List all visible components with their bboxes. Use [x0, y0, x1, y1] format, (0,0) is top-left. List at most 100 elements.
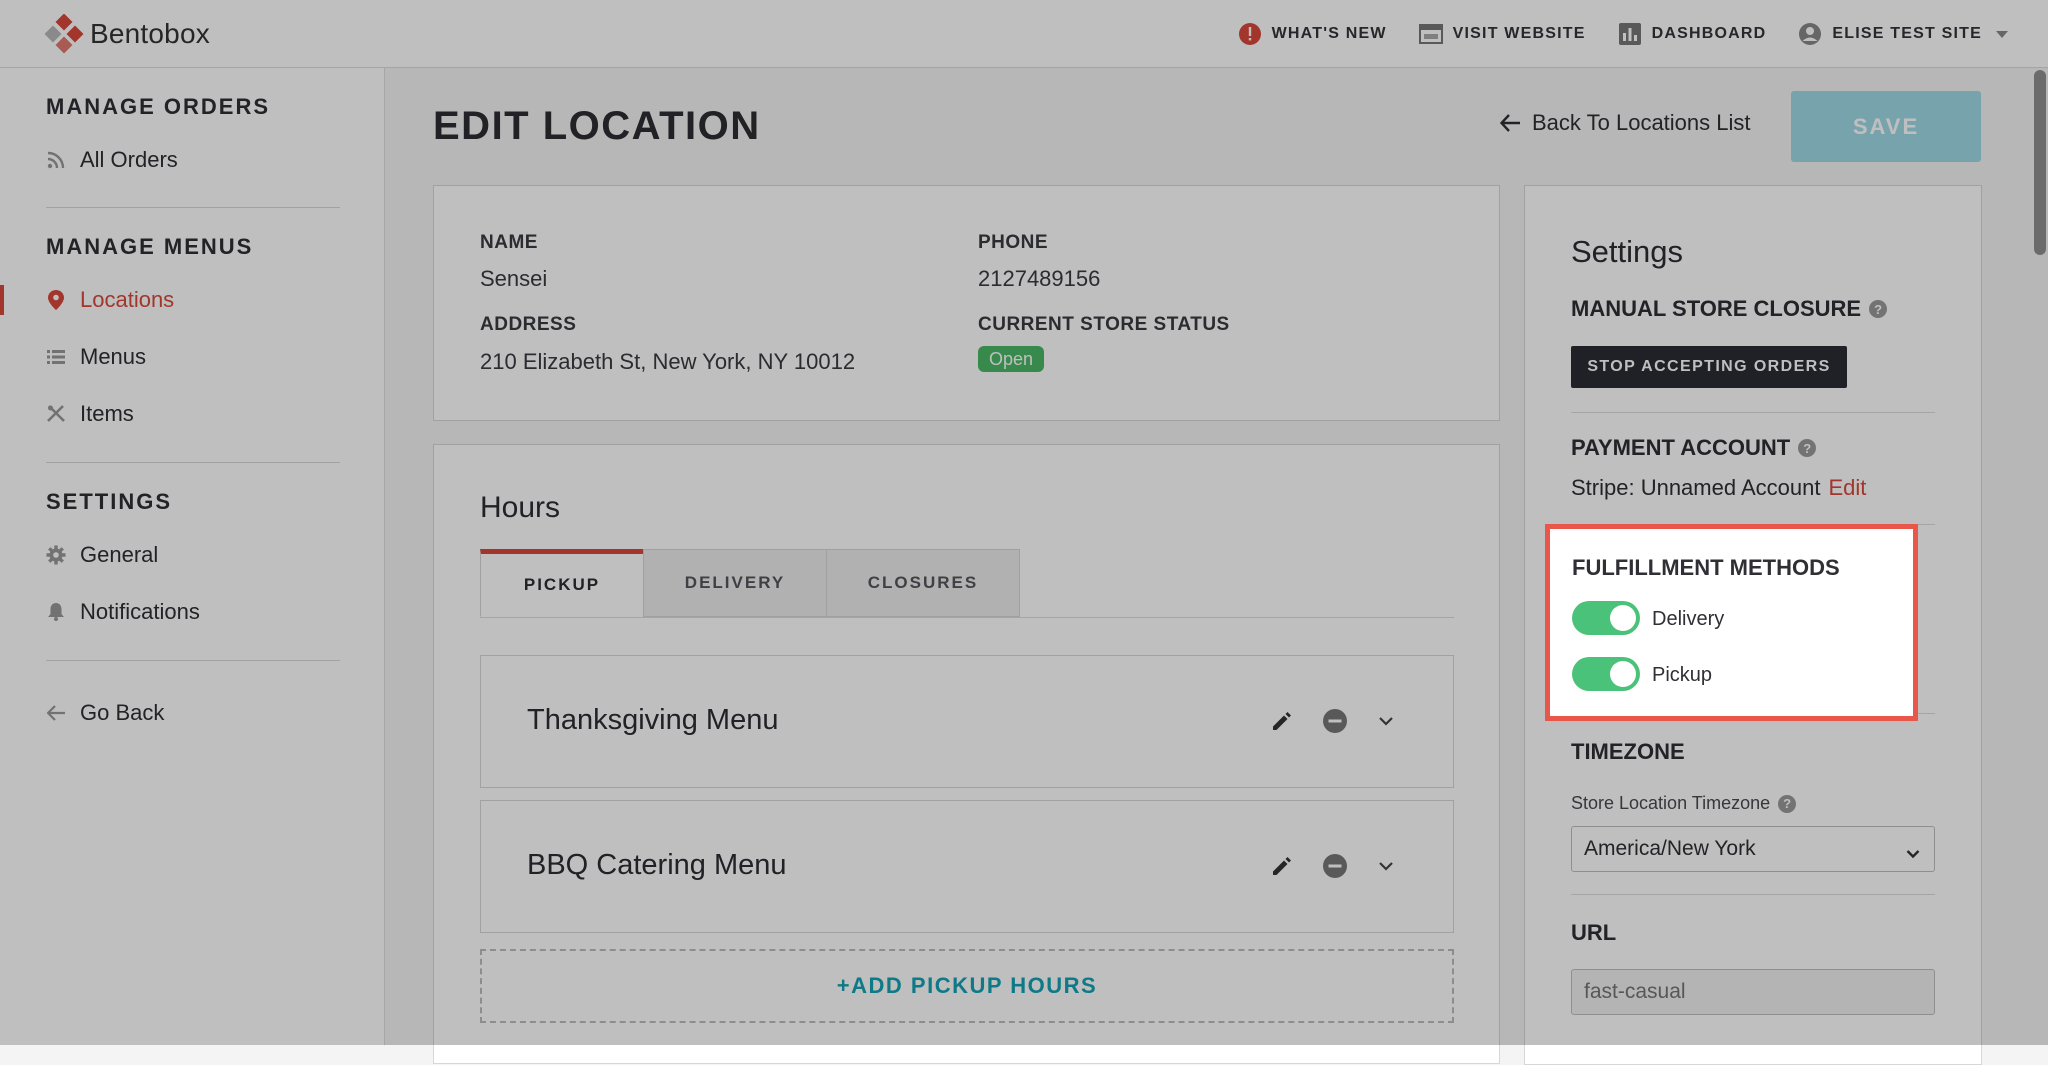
visit-website-link[interactable]: VISIT WEBSITE [1418, 22, 1586, 46]
list-item[interactable]: BBQ Catering Menu [480, 800, 1454, 933]
store-status-label: CURRENT STORE STATUS [978, 314, 1230, 335]
hours-title: Hours [480, 491, 561, 524]
page-title: EDIT LOCATION [433, 104, 761, 148]
page-scrollbar[interactable] [2034, 70, 2046, 255]
remove-circle-icon[interactable] [1320, 706, 1350, 736]
pickup-toggle[interactable] [1572, 657, 1640, 691]
bentobox-logo-icon [44, 13, 84, 54]
payment-account-row: Stripe: Unnamed Account Edit [1571, 475, 1866, 501]
top-nav: WHAT'S NEW VISIT WEBSITE DASHBOARD ELISE… [1206, 0, 2008, 68]
utensils-icon [46, 404, 66, 424]
back-link-label: Back To Locations List [1532, 110, 1751, 135]
url-heading: URL [1571, 920, 1616, 946]
pencil-icon[interactable] [1267, 851, 1297, 881]
sidebar-item-notifications[interactable]: Notifications [46, 596, 200, 628]
payment-account-heading: PAYMENT ACCOUNT ? [1571, 435, 1817, 461]
alert-badge-icon [1238, 22, 1262, 46]
sidebar-heading-manage-orders: MANAGE ORDERS [46, 94, 271, 119]
chevron-down-icon [1906, 841, 1920, 865]
top-bar: Bentobox WHAT'S NEW VISIT WEBSITE DASHBO… [0, 0, 2048, 68]
chevron-down-icon[interactable] [1371, 851, 1401, 881]
delivery-toggle-label: Delivery [1652, 608, 1725, 630]
bar-chart-icon [1618, 22, 1642, 46]
back-to-locations-link[interactable]: Back To Locations List [1500, 110, 1751, 136]
chevron-down-icon[interactable] [1371, 706, 1401, 736]
stop-accepting-orders-button[interactable]: STOP ACCEPTING ORDERS [1571, 346, 1847, 388]
list-item[interactable]: Thanksgiving Menu [480, 655, 1454, 788]
brand-logo[interactable]: Bentobox [44, 13, 210, 54]
sidebar-divider [46, 660, 340, 661]
sidebar-item-label: Menus [80, 344, 147, 369]
rss-icon [46, 150, 66, 170]
dashboard-label: DASHBOARD [1651, 25, 1767, 42]
hours-card: Hours PICKUP DELIVERY CLOSURES Thanksgiv… [433, 444, 1500, 1064]
hours-tabs: PICKUP DELIVERY CLOSURES [480, 549, 1454, 618]
map-pin-icon [46, 290, 66, 310]
browser-window-icon [1418, 22, 1443, 46]
timezone-select[interactable]: America/New York [1571, 826, 1935, 872]
fulfillment-methods-section: FULFILLMENT METHODS Delivery Pickup [1545, 524, 1918, 721]
payment-account-name: Stripe: Unnamed Account [1571, 475, 1821, 500]
settings-title: Settings [1571, 234, 1684, 269]
name-value: Sensei [480, 266, 548, 291]
manual-store-closure-heading: MANUAL STORE CLOSURE ? [1571, 296, 1888, 322]
help-icon[interactable]: ? [1869, 300, 1888, 318]
status-badge: Open [978, 346, 1045, 372]
sidebar-item-label: Items [80, 401, 134, 426]
sidebar-divider [46, 207, 340, 208]
timezone-label-text: Store Location Timezone [1571, 793, 1771, 813]
fulfillment-methods-heading: FULFILLMENT METHODS [1572, 555, 1840, 580]
heading-label: URL [1571, 920, 1617, 945]
sidebar-item-label: All Orders [80, 147, 178, 172]
location-info-card: NAME Sensei PHONE 2127489156 ADDRESS 210… [433, 185, 1500, 421]
sidebar-item-all-orders[interactable]: All Orders [46, 144, 178, 176]
sidebar-item-locations[interactable]: Locations [46, 284, 174, 316]
account-menu[interactable]: ELISE TEST SITE [1798, 22, 2008, 46]
chevron-down-icon [1996, 30, 2008, 38]
timezone-heading: TIMEZONE [1571, 739, 1685, 765]
sidebar: MANAGE ORDERS All Orders MANAGE MENUS Lo… [0, 68, 385, 1045]
timezone-value: America/New York [1584, 837, 1756, 860]
list-icon [46, 347, 66, 367]
tab-closures[interactable]: CLOSURES [826, 549, 1020, 617]
heading-label: MANUAL STORE CLOSURE [1571, 296, 1862, 321]
visit-website-label: VISIT WEBSITE [1452, 25, 1586, 42]
bell-icon [46, 602, 66, 622]
dashboard-link[interactable]: DASHBOARD [1618, 22, 1767, 46]
sidebar-item-label: Notifications [80, 599, 200, 624]
settings-divider [1571, 894, 1935, 895]
help-icon[interactable]: ? [1778, 794, 1797, 813]
sidebar-item-menus[interactable]: Menus [46, 341, 146, 373]
whats-new-label: WHAT'S NEW [1271, 25, 1387, 42]
delivery-toggle[interactable] [1572, 601, 1640, 635]
help-icon[interactable]: ? [1798, 439, 1817, 457]
arrow-left-icon [1500, 112, 1522, 134]
tab-delivery[interactable]: DELIVERY [643, 549, 827, 617]
name-label: NAME [480, 232, 538, 253]
sidebar-active-indicator [0, 285, 4, 315]
save-button[interactable]: SAVE [1791, 91, 1981, 162]
pencil-icon[interactable] [1267, 706, 1297, 736]
toggle-knob [1610, 605, 1636, 631]
sidebar-item-items[interactable]: Items [46, 398, 134, 430]
heading-label: TIMEZONE [1571, 739, 1685, 764]
gear-icon [46, 545, 66, 565]
user-avatar-icon [1798, 22, 1822, 46]
edit-payment-link[interactable]: Edit [1828, 475, 1866, 500]
whats-new-link[interactable]: WHAT'S NEW [1238, 22, 1387, 46]
menu-name: Thanksgiving Menu [527, 704, 779, 736]
address-value: 210 Elizabeth St, New York, NY 10012 [480, 349, 856, 374]
sidebar-item-label: General [80, 542, 159, 567]
add-pickup-hours-button[interactable]: +ADD PICKUP HOURS [480, 949, 1454, 1023]
address-label: ADDRESS [480, 314, 577, 335]
sidebar-heading-manage-menus: MANAGE MENUS [46, 234, 254, 259]
tab-pickup[interactable]: PICKUP [480, 549, 644, 617]
sidebar-item-label: Locations [80, 287, 175, 312]
sidebar-item-general[interactable]: General [46, 539, 158, 571]
remove-circle-icon[interactable] [1320, 851, 1350, 881]
phone-value: 2127489156 [978, 266, 1101, 291]
sidebar-go-back[interactable]: Go Back [46, 697, 164, 729]
pickup-toggle-label: Pickup [1652, 664, 1713, 686]
menu-name: BBQ Catering Menu [527, 849, 787, 881]
url-input[interactable] [1571, 969, 1935, 1015]
